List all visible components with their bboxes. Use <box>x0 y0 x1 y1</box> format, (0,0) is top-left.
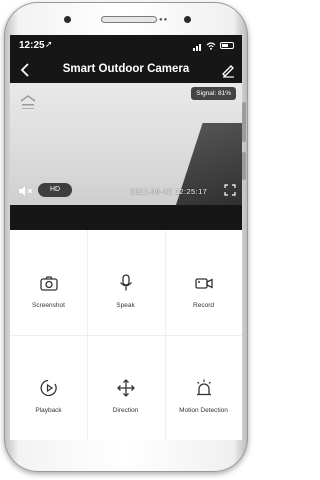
edit-pencil-icon[interactable] <box>218 60 238 80</box>
camera-brand-watermark-icon <box>20 95 36 109</box>
playback-icon <box>39 379 57 397</box>
video-timestamp: 2021-06-02 12:25:17 <box>130 187 208 196</box>
speak-label: Speak <box>116 302 135 309</box>
playback-button[interactable]: Playback <box>10 335 87 440</box>
mute-speaker-icon[interactable] <box>18 185 34 197</box>
direction-button[interactable]: Direction <box>87 335 164 440</box>
live-video-feed[interactable]: Signal: 81% HD 2021-06-02 12:25:17 <box>10 83 242 205</box>
quality-toggle-button[interactable]: HD <box>38 183 72 197</box>
camera-icon <box>39 276 58 291</box>
speak-button[interactable]: Speak <box>87 230 164 335</box>
wifi-icon <box>206 41 216 50</box>
camera-header: 12:25 ➚ Smart Outdoor Camera Signal: 81%… <box>10 35 242 230</box>
record-label: Record <box>193 302 214 309</box>
earpiece-speaker <box>101 16 157 23</box>
page-title: Smart Outdoor Camera <box>62 63 190 75</box>
controls-grid: Screenshot Speak Record Playback Directi… <box>10 230 242 440</box>
direction-label: Direction <box>112 407 139 414</box>
microphone-icon <box>119 274 132 291</box>
fullscreen-icon[interactable] <box>224 184 236 196</box>
alarm-siren-icon <box>196 379 211 396</box>
phone-bottom-bezel <box>10 440 242 470</box>
motion-detection-label: Motion Detection <box>179 407 228 414</box>
screenshot-label: Screenshot <box>32 302 65 309</box>
direction-arrows-icon <box>116 379 135 397</box>
phone-side-button <box>242 152 246 180</box>
screenshot-button[interactable]: Screenshot <box>10 230 87 335</box>
front-sensor-icon <box>184 16 191 23</box>
cellular-signal-icon <box>193 40 202 51</box>
status-bar: 12:25 ➚ <box>10 35 242 55</box>
record-button[interactable]: Record <box>165 230 242 335</box>
playback-label: Playback <box>35 407 62 414</box>
phone-screen: 12:25 ➚ Smart Outdoor Camera Signal: 81%… <box>10 35 242 440</box>
motion-detection-button[interactable]: Motion Detection <box>165 335 242 440</box>
status-time: 12:25 <box>19 40 45 51</box>
battery-icon <box>220 42 234 49</box>
front-camera-icon <box>64 16 71 23</box>
video-record-icon <box>194 278 213 289</box>
location-arrow-icon: ➚ <box>45 39 53 49</box>
sensor-dots: ●● <box>159 17 169 23</box>
status-indicators <box>193 40 234 51</box>
phone-top-bezel: ●● <box>4 2 248 36</box>
phone-side-button <box>242 102 246 142</box>
signal-strength-badge: Signal: 81% <box>191 87 236 100</box>
nav-bar: Smart Outdoor Camera <box>10 57 242 83</box>
